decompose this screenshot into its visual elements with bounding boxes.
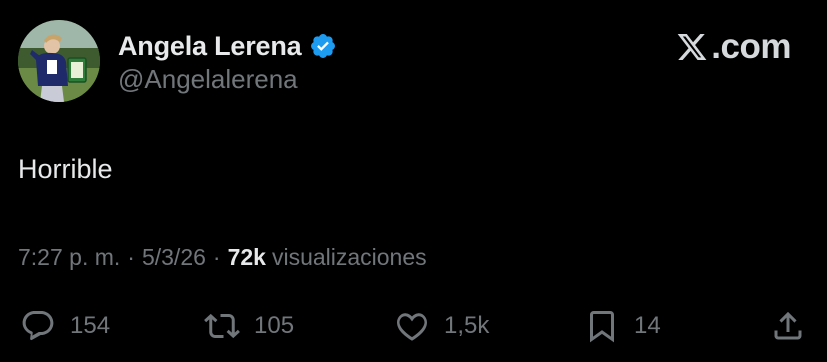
tweet-text: Horrible	[18, 154, 113, 184]
share-button[interactable]	[770, 308, 806, 344]
reply-button[interactable]: 154	[20, 308, 110, 344]
brand-domain-text: .com	[711, 27, 791, 66]
avatar[interactable]	[18, 20, 100, 102]
like-count: 1,5k	[444, 312, 490, 339]
bookmark-icon	[590, 311, 614, 343]
repost-icon	[204, 313, 240, 339]
bookmark-button[interactable]: 14	[584, 308, 661, 344]
repost-button[interactable]: 105	[204, 308, 294, 344]
tweet-meta: 7:27 p. m. · 5/3/26 · 72k visualizacione…	[18, 244, 427, 271]
author-handle[interactable]: @Angelalerena	[118, 64, 298, 95]
views-count: 72k	[227, 244, 266, 270]
tweet-time[interactable]: 7:27 p. m.	[18, 244, 120, 271]
verified-badge-icon[interactable]	[309, 32, 337, 60]
heart-icon	[397, 313, 427, 341]
author-name-row: Angela Lerena	[118, 29, 337, 63]
reply-count: 154	[70, 312, 111, 339]
meta-separator: ·	[212, 244, 221, 270]
tweet-card: Angela Lerena @Angelalerena .com Horribl…	[0, 0, 827, 362]
x-logo-icon	[677, 34, 707, 60]
share-icon	[774, 311, 802, 340]
avatar-photo	[18, 20, 100, 102]
meta-separator: ·	[127, 244, 135, 270]
x-com-brand: .com	[675, 27, 791, 67]
repost-count: 105	[254, 312, 295, 339]
tweet-date[interactable]: 5/3/26	[142, 244, 206, 271]
like-button[interactable]: 1,5k	[394, 308, 489, 344]
bookmark-count: 14	[634, 312, 661, 339]
reply-icon	[22, 311, 54, 341]
views-label: visualizaciones	[271, 244, 427, 270]
display-name[interactable]: Angela Lerena	[118, 31, 302, 62]
action-bar: 154 105 1,5k 14	[0, 300, 827, 352]
